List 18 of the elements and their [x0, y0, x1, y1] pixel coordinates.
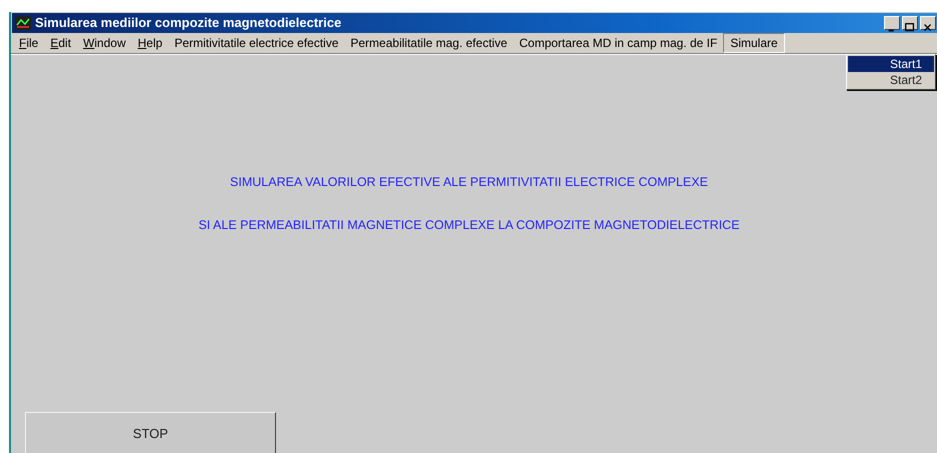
minimize-icon[interactable] [884, 16, 900, 30]
menu-item[interactable]: Edit [44, 33, 78, 53]
close-icon[interactable] [920, 16, 936, 30]
menu-item[interactable]: Permeabilitatile mag. efective [344, 33, 514, 53]
menu-item[interactable]: File [13, 33, 44, 53]
menu-item[interactable]: Window [77, 33, 132, 53]
menu-item[interactable]: Comportarea MD in camp mag. de IF [513, 33, 724, 53]
dropdown-item[interactable]: Start1 [848, 56, 934, 72]
stop-button[interactable]: STOP [25, 412, 276, 453]
heading-text: SIMULAREA VALORILOR EFECTIVE ALE PERMITIVITATII ELECTRICE COMPLEXE [229, 174, 709, 191]
window-title: Simularea mediilor compozite magnetodielectrice [35, 14, 342, 32]
menu-item[interactable]: Help [132, 33, 168, 53]
app-icon [15, 16, 31, 30]
menu-item[interactable]: Simulare [723, 33, 785, 53]
heading-text: SI ALE PERMEABILITATII MAGNETICE COMPLEXE LA COMPOZITE MAGNETODIELECTRICE [197, 216, 741, 234]
maximize-icon[interactable] [902, 16, 918, 30]
menu-item[interactable]: Permitivitatile electrice efective [168, 33, 344, 53]
dropdown-item[interactable]: Start2 [848, 72, 934, 88]
